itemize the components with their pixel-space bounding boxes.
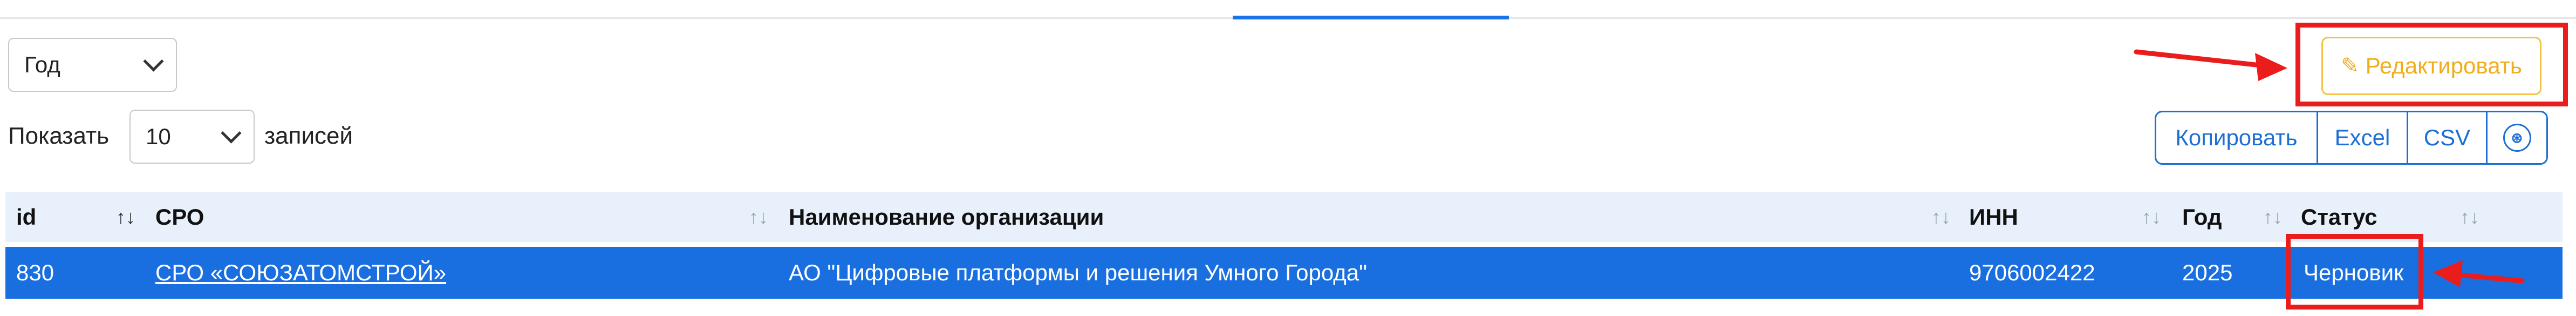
csv-button-label: CSV	[2423, 125, 2471, 150]
header-inn[interactable]: ИНН	[1969, 192, 2018, 242]
sort-icon[interactable]: ↑↓	[2460, 192, 2479, 242]
sro-link[interactable]: СРО «СОЮЗАТОМСТРОЙ»	[155, 260, 446, 285]
cell-year: 2025	[2182, 260, 2233, 285]
table-header: id ↑↓ СРО ↑↓ Наименование организации ↑↓…	[5, 192, 2563, 242]
annotation-arrow-status	[2433, 260, 2525, 287]
cell-organization: АО "Цифровые платформы и решения Умного …	[789, 260, 1368, 285]
export-button-group: Копировать Excel CSV ⊛	[2155, 111, 2548, 165]
chevron-down-icon	[143, 50, 164, 72]
sort-icon[interactable]: ↑↓	[2142, 192, 2161, 242]
csv-button[interactable]: CSV	[2407, 111, 2488, 165]
cell-sro: СРО «СОЮЗАТОМСТРОЙ»	[155, 247, 446, 299]
annotation-box-edit	[2295, 23, 2568, 106]
year-filter-select[interactable]: Год	[8, 38, 177, 92]
sort-icon[interactable]: ↑↓	[116, 192, 135, 242]
annotation-arrow-edit	[2134, 49, 2287, 81]
chevron-down-icon	[221, 122, 242, 144]
excel-button[interactable]: Excel	[2317, 111, 2408, 165]
header-id[interactable]: id	[16, 192, 36, 242]
copy-button[interactable]: Копировать	[2155, 111, 2318, 165]
year-filter-value: Год	[24, 52, 60, 77]
annotation-box-status	[2286, 234, 2423, 310]
header-sro[interactable]: СРО	[155, 192, 204, 242]
page-length-select[interactable]: 10	[129, 110, 255, 164]
active-tab-indicator	[1233, 16, 1509, 19]
excel-button-label: Excel	[2334, 125, 2390, 150]
cell-id: 830	[16, 260, 54, 285]
column-visibility-button[interactable]: ⊛	[2486, 111, 2548, 165]
cell-inn: 9706002422	[1969, 260, 2095, 285]
sort-icon[interactable]: ↑↓	[2263, 192, 2283, 242]
page-length-prefix: Показать	[8, 123, 110, 149]
page-length-value: 10	[146, 124, 171, 149]
header-organization[interactable]: Наименование организации	[789, 192, 1104, 242]
copy-button-label: Копировать	[2175, 125, 2298, 150]
page-length-suffix: записей	[264, 123, 353, 149]
table-row[interactable]: 830 СРО «СОЮЗАТОМСТРОЙ» АО "Цифровые пла…	[5, 247, 2563, 299]
sort-icon[interactable]: ↑↓	[749, 192, 768, 242]
settings-circle-icon: ⊛	[2503, 124, 2531, 152]
header-year[interactable]: Год	[2182, 192, 2222, 242]
sort-icon[interactable]: ↑↓	[1931, 192, 1951, 242]
